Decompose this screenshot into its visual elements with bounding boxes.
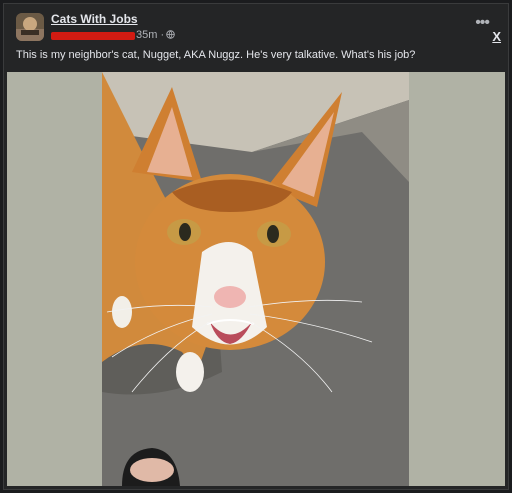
more-options-icon[interactable]: ••• [475,14,490,32]
group-avatar[interactable] [16,13,44,41]
post-caption: This is my neighbor's cat, Nugget, AKA N… [16,49,416,61]
globe-icon [166,30,175,39]
close-button[interactable]: X [492,29,501,44]
post-time[interactable]: 35m · [136,29,164,41]
post-meta: 35m · [51,29,191,43]
post-card: Cats With Jobs 35m · ••• X This is my ne… [3,3,509,490]
redacted-author [51,32,135,40]
post-photo[interactable] [102,72,409,486]
cat-photo-illustration [102,72,409,486]
post-header: Cats With Jobs 35m · ••• X This is my ne… [4,4,508,74]
group-name-link[interactable]: Cats With Jobs [51,12,138,26]
